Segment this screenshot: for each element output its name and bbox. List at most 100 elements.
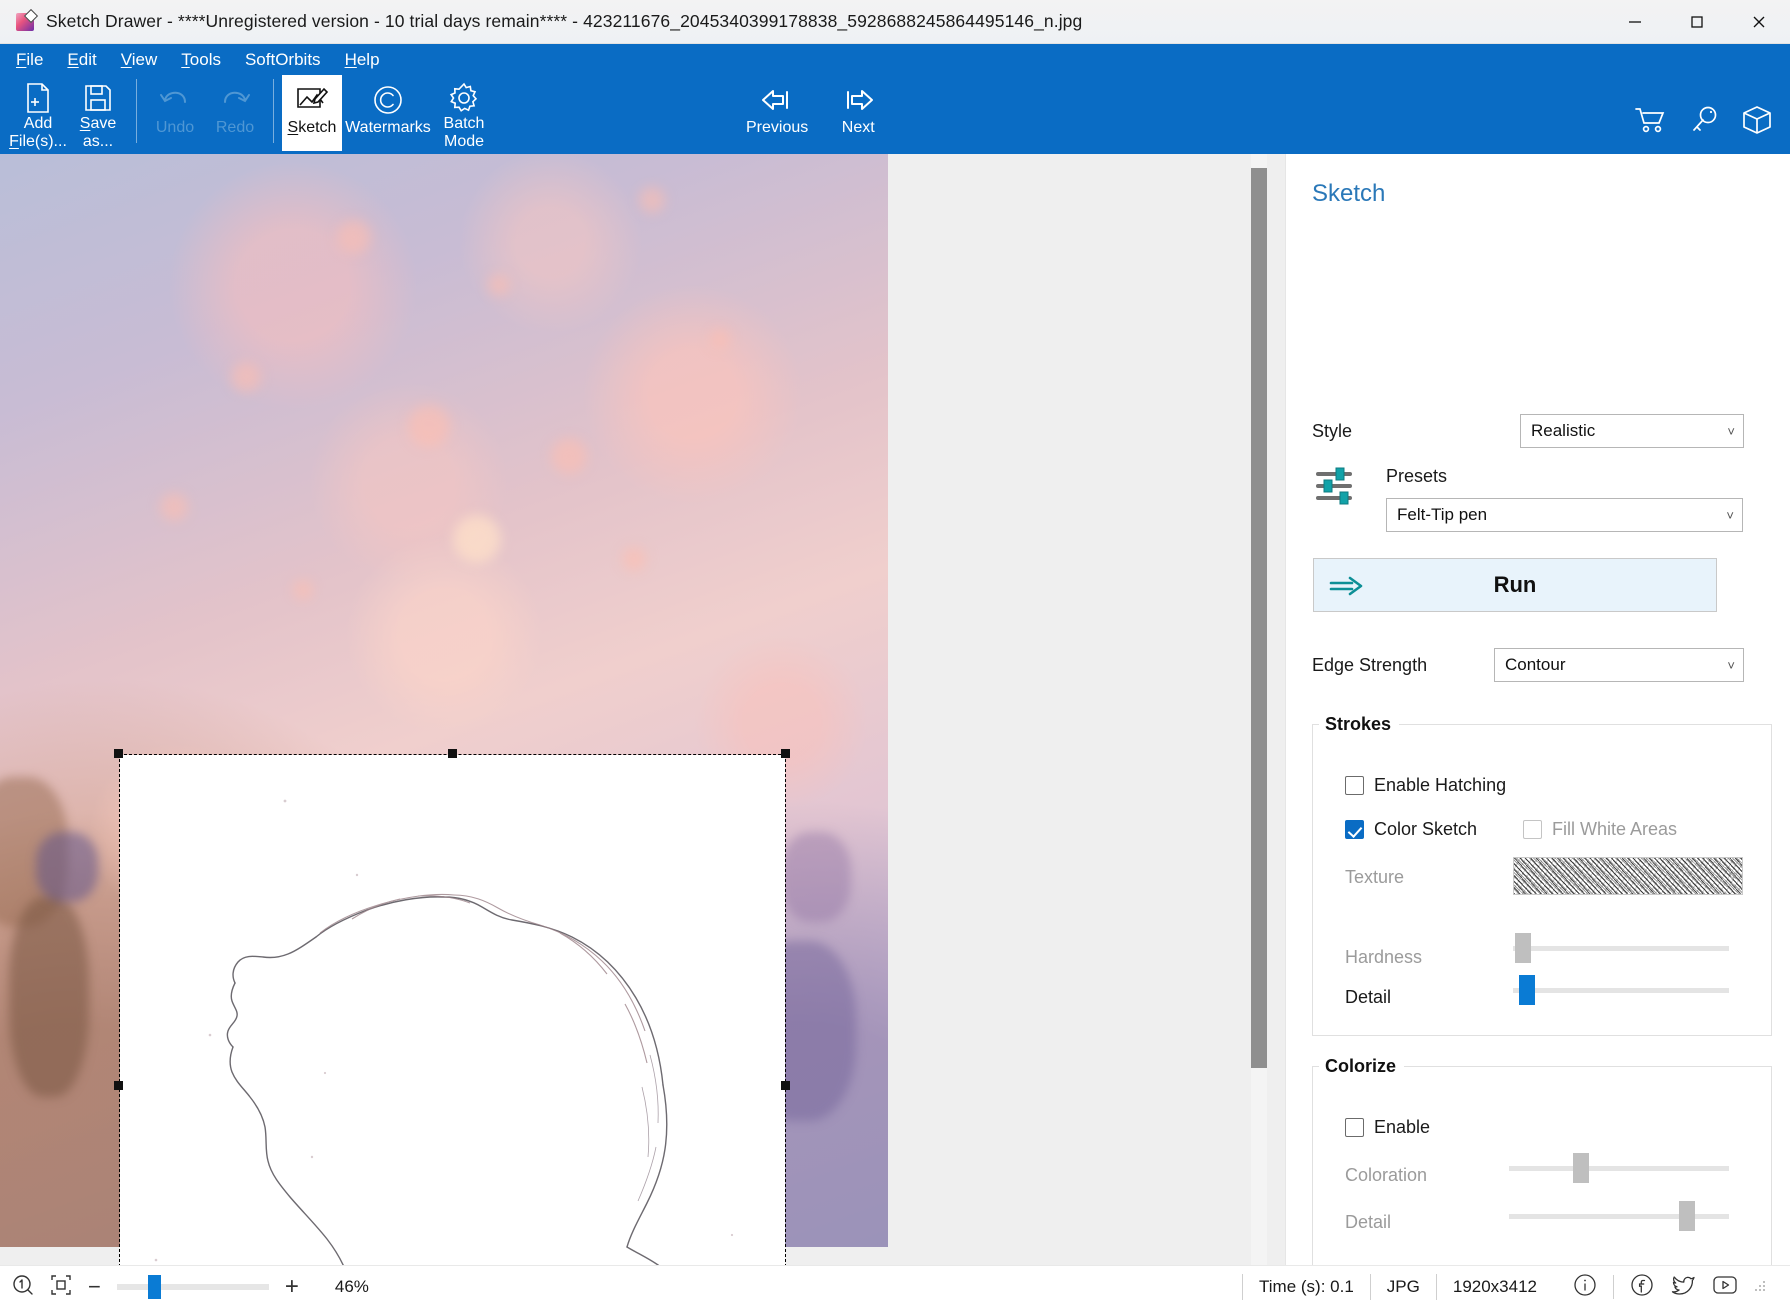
watermarks-label: Watermarks — [345, 119, 431, 136]
navigation-group: Previous Next — [730, 75, 892, 137]
previous-icon — [759, 81, 795, 119]
menu-file[interactable]: File — [16, 50, 43, 70]
twitter-icon[interactable] — [1670, 1273, 1696, 1302]
app-icon — [14, 8, 39, 33]
youtube-icon[interactable] — [1712, 1274, 1738, 1301]
edge-strength-select[interactable]: Contour ˅ — [1494, 648, 1744, 682]
redo-button[interactable]: Redo — [205, 75, 265, 151]
social-icons — [1553, 1273, 1790, 1302]
main-area: Sketch Style Realistic ˅ Presets Felt-Ti… — [0, 154, 1790, 1265]
colorize-legend: Colorize — [1325, 1056, 1397, 1076]
menu-help[interactable]: Help — [345, 50, 380, 70]
info-icon[interactable] — [1573, 1273, 1597, 1302]
coloration-slider-track — [1509, 1166, 1729, 1171]
color-sketch-checkbox[interactable] — [1345, 820, 1364, 839]
gear-icon — [448, 81, 480, 115]
enable-hatching-label: Enable Hatching — [1374, 775, 1507, 795]
save-icon — [83, 81, 113, 115]
menu-softorbits[interactable]: SoftOrbits — [245, 50, 321, 70]
zoom-value: 46% — [334, 1277, 369, 1296]
zoom-controls: − + 46% — [0, 1274, 369, 1301]
cart-icon[interactable] — [1634, 105, 1668, 140]
strokes-detail-slider-track — [1513, 988, 1729, 993]
sketch-button[interactable]: Sketch — [282, 75, 342, 151]
presets-select[interactable]: Felt-Tip pen ˅ — [1386, 498, 1743, 532]
zoom-slider-thumb[interactable] — [147, 1275, 161, 1299]
hardness-slider[interactable] — [1513, 933, 1729, 963]
zoom-actual-size-icon[interactable] — [12, 1274, 34, 1301]
sketch-icon — [295, 81, 329, 119]
style-label: Style — [1312, 420, 1353, 441]
resize-grip[interactable] — [1754, 1280, 1768, 1294]
ribbon: File Edit View Tools SoftOrbits Help Add… — [0, 44, 1790, 154]
previous-button[interactable]: Previous — [730, 75, 824, 137]
zoom-slider[interactable] — [116, 1275, 269, 1299]
zoom-out-button[interactable]: − — [88, 1274, 101, 1300]
presets-value: Felt-Tip pen — [1397, 505, 1488, 524]
zoom-in-button[interactable]: + — [285, 1275, 299, 1299]
close-button[interactable] — [1728, 0, 1790, 44]
key-icon[interactable] — [1690, 105, 1720, 140]
dimensions-cell: 1920x3412 — [1435, 1274, 1553, 1300]
facebook-icon[interactable] — [1630, 1273, 1654, 1302]
menu-tools[interactable]: Tools — [181, 50, 221, 70]
texture-select[interactable]: ˅ — [1513, 857, 1743, 895]
colorize-enable-row[interactable]: Enable — [1345, 1117, 1430, 1138]
hardness-slider-knob[interactable] — [1515, 933, 1531, 963]
box-icon[interactable] — [1742, 105, 1772, 140]
menu-edit[interactable]: Edit — [67, 50, 96, 70]
fill-white-areas-checkbox[interactable] — [1523, 820, 1542, 839]
copyright-icon — [372, 81, 404, 119]
batch-mode-label-2: Mode — [443, 133, 485, 150]
sketch-label: Sketch — [287, 119, 337, 136]
minimize-button[interactable] — [1604, 0, 1666, 44]
next-button[interactable]: Next — [824, 75, 892, 137]
colorize-detail-slider-track — [1509, 1214, 1729, 1219]
fit-to-screen-icon[interactable] — [50, 1274, 72, 1301]
texture-label: Texture — [1345, 867, 1405, 887]
selection-handle-tl[interactable] — [114, 749, 123, 758]
toolbar-separator-2 — [273, 79, 274, 143]
menu-view[interactable]: View — [121, 50, 158, 70]
enable-hatching-row[interactable]: Enable Hatching — [1345, 775, 1506, 796]
selection-handle-ml[interactable] — [114, 1081, 123, 1090]
next-label: Next — [841, 119, 875, 136]
colorize-enable-checkbox[interactable] — [1345, 1118, 1364, 1137]
batch-mode-button[interactable]: Batch Mode — [434, 75, 494, 151]
add-files-label-1: Add — [23, 115, 53, 132]
redo-icon — [219, 81, 251, 119]
run-button[interactable]: Run — [1313, 558, 1717, 612]
batch-mode-label-1: Batch — [443, 115, 485, 132]
add-files-button[interactable]: Add File(s)... — [8, 75, 68, 151]
chevron-down-icon: ˅ — [1727, 423, 1735, 439]
undo-button[interactable]: Undo — [145, 75, 205, 151]
time-cell: Time (s): 0.1 — [1242, 1274, 1370, 1300]
style-value: Realistic — [1531, 421, 1596, 440]
sketch-preview — [120, 755, 785, 1265]
colorize-detail-slider-knob[interactable] — [1679, 1201, 1695, 1231]
detail-label: Detail — [1345, 987, 1392, 1007]
hardness-slider-track — [1513, 946, 1729, 951]
coloration-slider[interactable] — [1509, 1153, 1729, 1183]
maximize-button[interactable] — [1666, 0, 1728, 44]
canvas-scrollbar-thumb[interactable] — [1251, 168, 1267, 1068]
fill-white-areas-row[interactable]: Fill White Areas — [1523, 819, 1677, 840]
save-as-button[interactable]: Save as... — [68, 75, 128, 151]
coloration-slider-knob[interactable] — [1573, 1153, 1589, 1183]
style-select[interactable]: Realistic ˅ — [1520, 414, 1744, 448]
color-sketch-row[interactable]: Color Sketch — [1345, 819, 1477, 840]
strokes-detail-slider-knob[interactable] — [1519, 975, 1535, 1005]
colorize-detail-slider[interactable] — [1509, 1201, 1729, 1231]
selection-handle-tc[interactable] — [448, 749, 457, 758]
panel-title: Sketch — [1312, 180, 1386, 207]
image-canvas[interactable] — [0, 154, 1285, 1265]
presets-sliders-icon — [1312, 464, 1356, 513]
enable-hatching-checkbox[interactable] — [1345, 776, 1364, 795]
edge-strength-value: Contour — [1505, 655, 1566, 674]
settings-panel: Sketch Style Realistic ˅ Presets Felt-Ti… — [1285, 154, 1790, 1265]
run-arrow-icon — [1328, 576, 1366, 601]
strokes-detail-slider[interactable] — [1513, 975, 1729, 1005]
selection-handle-mr[interactable] — [781, 1081, 790, 1090]
watermarks-button[interactable]: Watermarks — [342, 75, 434, 151]
selection-handle-tr[interactable] — [781, 749, 790, 758]
